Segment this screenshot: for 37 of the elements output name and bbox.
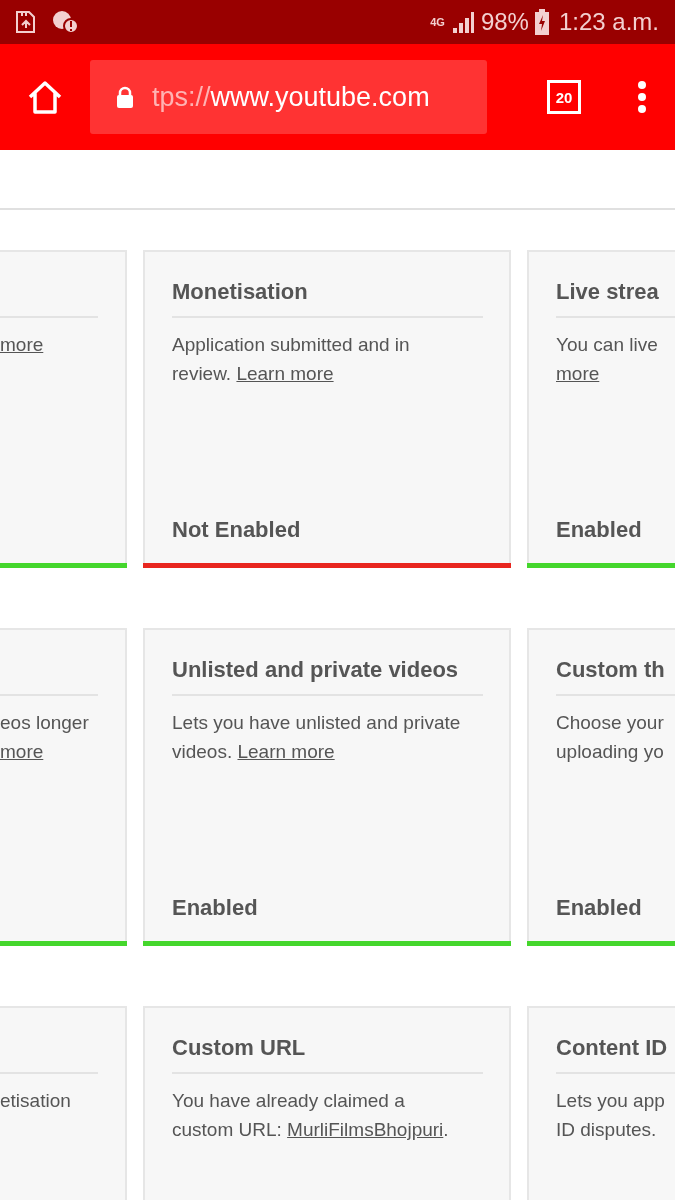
text-link[interactable]: Learn more — [237, 741, 335, 762]
menu-icon[interactable] — [637, 81, 647, 113]
status-label: Enabled — [172, 895, 258, 920]
card-title: Monetisation — [172, 279, 308, 304]
address-field[interactable]: tps://www.youtube.com — [90, 60, 487, 134]
screenshot-icon — [14, 9, 38, 35]
battery-icon — [534, 9, 549, 35]
card-description: Lets you have unlisted and private videos. Learn more — [172, 712, 461, 762]
status-label: Not Enabled — [172, 517, 301, 542]
card-description: eos longer more — [0, 712, 89, 762]
lock-icon — [116, 86, 134, 108]
battery-percentage: 98% — [480, 8, 529, 36]
clock-time: 1:23 a.m. — [558, 8, 659, 36]
card-title: Custom th — [556, 657, 665, 682]
card-title: Content ID — [556, 1035, 668, 1060]
status-label: Enabled — [556, 895, 642, 920]
card-title: Custom URL — [172, 1035, 306, 1060]
tab-count-button[interactable]: 20 — [547, 80, 581, 114]
alert-icon — [52, 10, 78, 34]
text-link[interactable]: Learn more — [236, 363, 334, 384]
text-link[interactable]: more — [0, 741, 44, 762]
card-description: etisation — [0, 1090, 71, 1111]
card-title: Live strea — [556, 279, 659, 304]
status-label: Enabled — [556, 517, 642, 542]
card-title: Unlisted and private videos — [172, 657, 459, 682]
home-icon[interactable] — [26, 80, 64, 114]
card-description: Choose your uploading yo — [556, 712, 664, 762]
card-description: Lets you app ID disputes. — [556, 1090, 665, 1140]
network-type: 4G — [430, 16, 445, 28]
card-description: You can live more — [556, 334, 658, 384]
text-link[interactable]: more — [556, 363, 600, 384]
card-description: Application submitted and in review. Learn more — [172, 334, 410, 384]
text-link[interactable]: more — [0, 334, 44, 355]
card-description: You have already claimed a custom URL: MurliFilmsBhojpuri. — [172, 1090, 449, 1140]
url-text: tps://www.youtube.com — [152, 81, 430, 113]
signal-icon — [450, 11, 475, 33]
text-link[interactable]: MurliFilmsBhojpuri — [287, 1119, 444, 1140]
